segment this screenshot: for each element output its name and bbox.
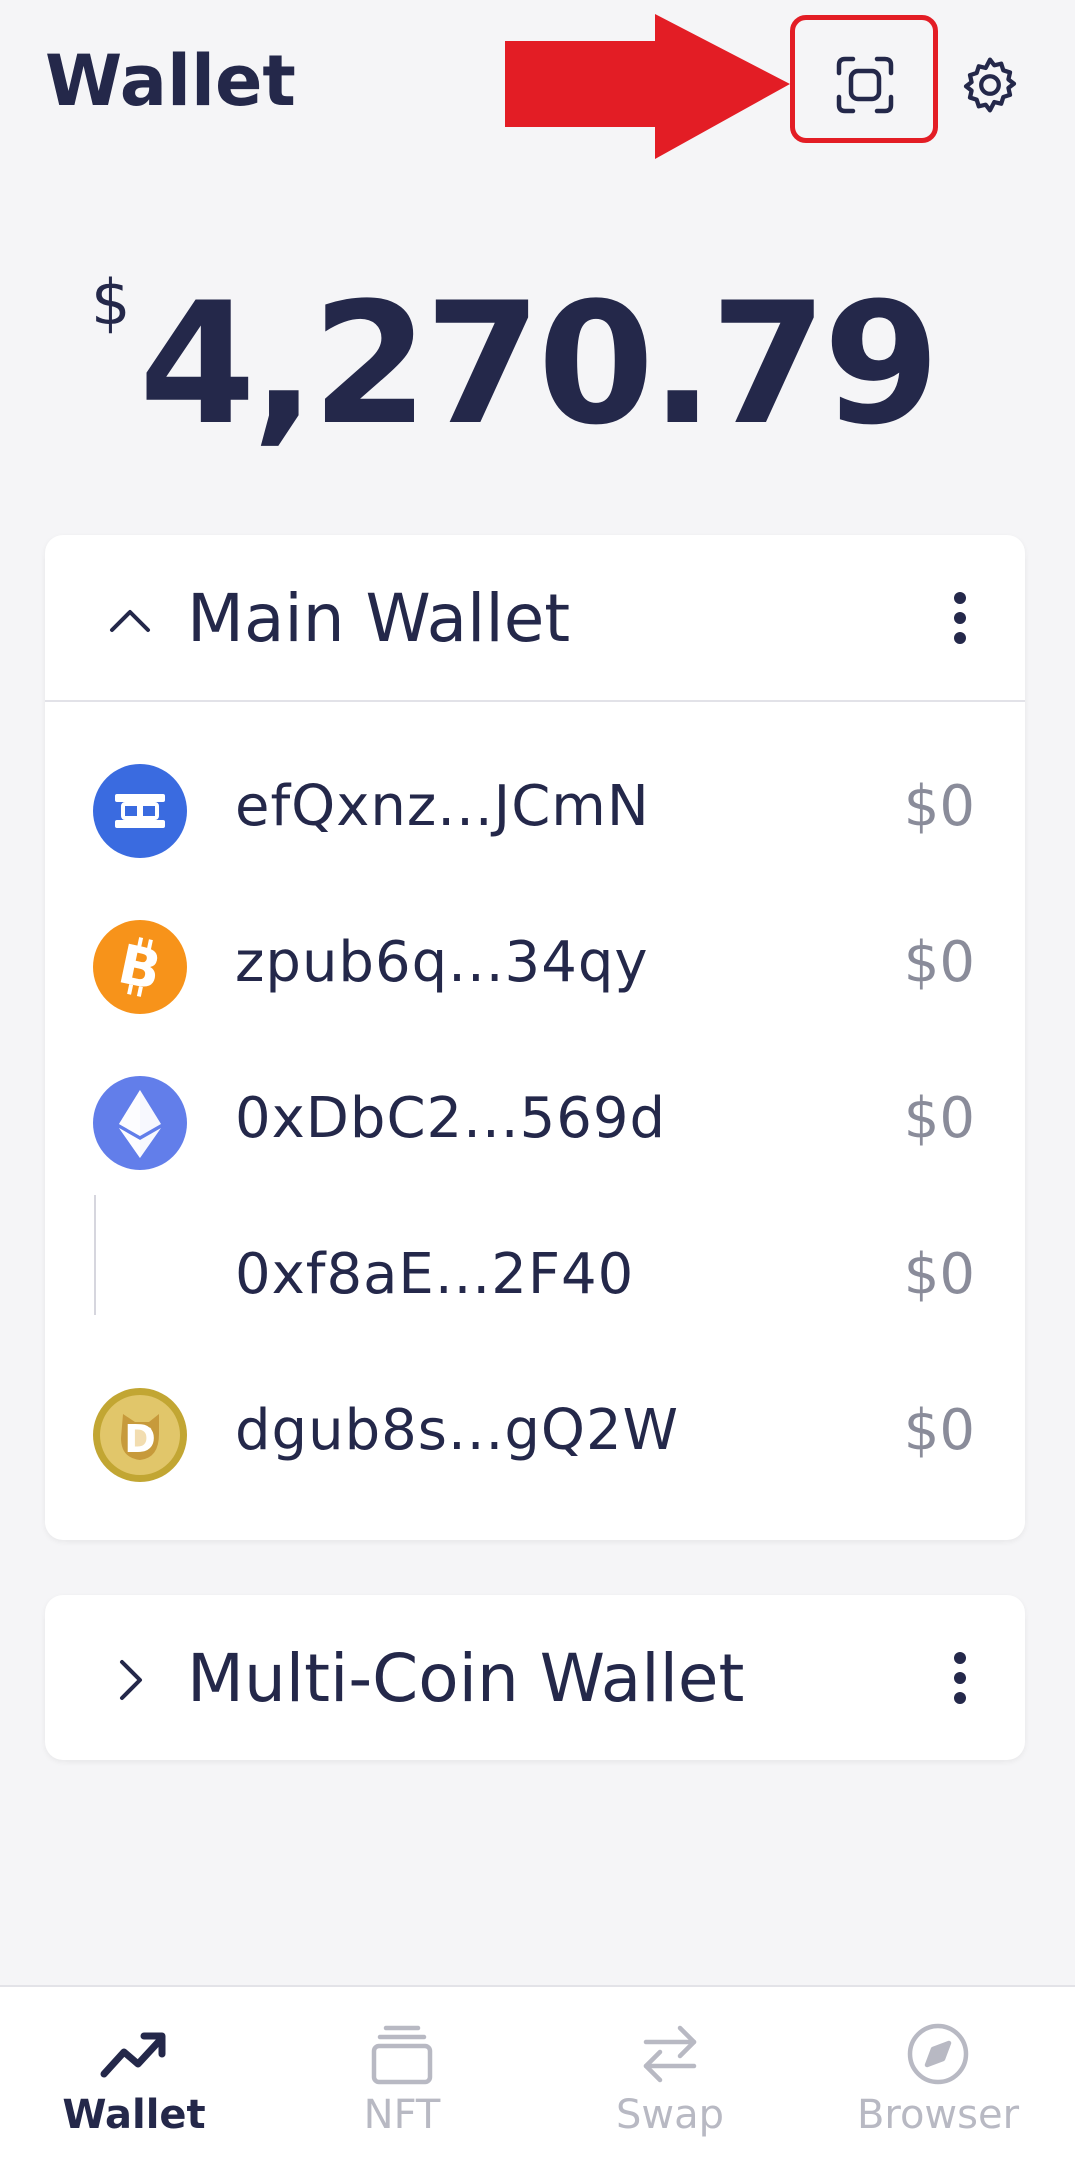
main-wallet-card: Main Wallet efQxnz...JCmN $0 B zpub6q...…	[45, 535, 1025, 1540]
dogecoin-icon: D	[93, 1388, 187, 1482]
account-value: $0	[903, 930, 975, 995]
account-row[interactable]: 0xf8aE...2F40 $0	[45, 1218, 1025, 1338]
account-row[interactable]: efQxnz...JCmN $0	[45, 750, 1025, 870]
account-value: $0	[903, 1242, 975, 1307]
etc-icon	[93, 764, 187, 858]
nav-label: Browser	[856, 2092, 1020, 2138]
page-title: Wallet	[45, 40, 296, 122]
nav-item-wallet[interactable]: Wallet	[0, 1987, 268, 2157]
bitcoin-icon: B	[93, 920, 187, 1014]
account-row[interactable]: 0xDbC2...569d $0	[45, 1062, 1025, 1182]
app-header: Wallet	[0, 0, 1075, 170]
account-value: $0	[903, 774, 975, 839]
nav-item-swap[interactable]: Swap	[536, 1987, 804, 2157]
multi-coin-wallet-card: Multi-Coin Wallet	[45, 1595, 1025, 1760]
annotation-arrow-icon	[505, 14, 790, 159]
more-vertical-icon	[954, 1652, 966, 1704]
gear-icon	[963, 57, 1017, 113]
account-row[interactable]: D dgub8s...gQ2W $0	[45, 1374, 1025, 1494]
main-wallet-title: Main Wallet	[187, 580, 571, 657]
account-row[interactable]: B zpub6q...34qy $0	[45, 906, 1025, 1026]
svg-text:D: D	[124, 1417, 156, 1461]
nav-label: Wallet	[62, 2092, 206, 2138]
chart-trend-icon	[94, 2019, 174, 2089]
total-balance: $ 4,270.79	[0, 230, 1075, 450]
account-value: $0	[903, 1086, 975, 1151]
account-address: efQxnz...JCmN	[235, 774, 650, 839]
ethereum-icon	[93, 1076, 187, 1170]
scan-button[interactable]	[825, 45, 905, 125]
multi-coin-wallet-title: Multi-Coin Wallet	[187, 1640, 745, 1717]
swap-arrows-icon	[630, 2019, 710, 2089]
account-address: 0xDbC2...569d	[235, 1086, 667, 1151]
multi-coin-wallet-header[interactable]: Multi-Coin Wallet	[45, 1595, 1025, 1760]
multi-coin-wallet-menu-button[interactable]	[925, 1643, 995, 1713]
nav-item-browser[interactable]: Browser	[804, 1987, 1072, 2157]
sub-account-connector	[94, 1195, 96, 1315]
settings-button[interactable]	[950, 45, 1030, 125]
account-address: dgub8s...gQ2W	[235, 1398, 679, 1463]
main-wallet-header[interactable]: Main Wallet	[45, 535, 1025, 702]
more-vertical-icon	[954, 592, 966, 644]
main-wallet-menu-button[interactable]	[925, 583, 995, 653]
stack-icon	[362, 2019, 442, 2089]
account-value: $0	[903, 1398, 975, 1463]
bottom-navigation: Wallet NFT Swap Browser	[0, 1985, 1075, 2157]
nav-label: Swap	[615, 2092, 724, 2138]
currency-symbol: $	[90, 266, 131, 339]
account-address: 0xf8aE...2F40	[235, 1242, 635, 1307]
nav-label: NFT	[363, 2092, 441, 2138]
account-address: zpub6q...34qy	[235, 930, 649, 995]
chevron-right-icon[interactable]	[100, 1650, 160, 1710]
scan-icon	[836, 56, 894, 114]
nav-item-nft[interactable]: NFT	[268, 1987, 536, 2157]
balance-amount: 4,270.79	[138, 266, 940, 462]
chevron-up-icon[interactable]	[100, 590, 160, 650]
compass-icon	[898, 2019, 978, 2089]
